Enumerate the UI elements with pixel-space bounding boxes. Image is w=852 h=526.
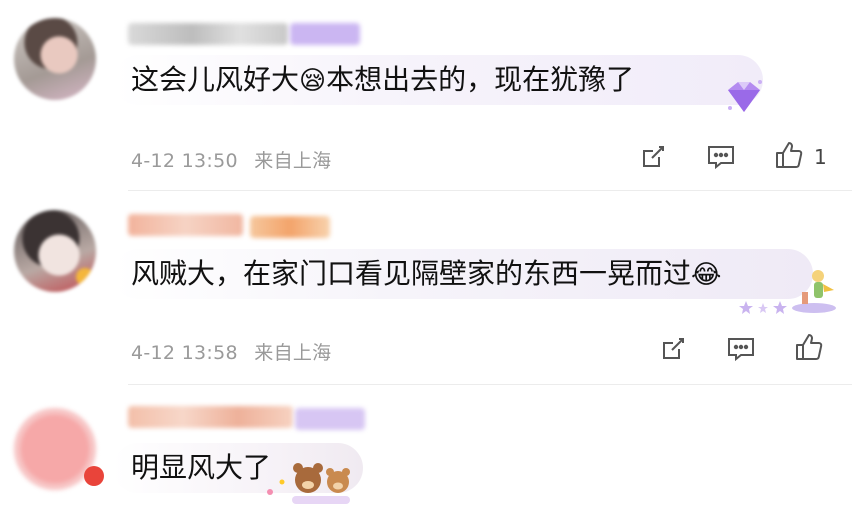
user-badge-blurred <box>295 408 365 430</box>
like-count: 1 <box>814 145 827 169</box>
comment-meta: 4-12 13:58 来自上海 <box>131 338 331 365</box>
comment-text-part: 明显风大了 <box>131 451 272 484</box>
username-blurred[interactable] <box>128 406 293 428</box>
comment-text-part: 这会儿风好大 <box>131 63 300 96</box>
thumbs-up-icon[interactable] <box>772 138 806 172</box>
comment-date: 4-12 13:58 <box>131 342 238 364</box>
comment-icon[interactable] <box>704 140 738 174</box>
comment-location: 来自上海 <box>254 150 332 172</box>
bear-sticker-icon <box>262 452 360 511</box>
avatar[interactable] <box>14 18 96 100</box>
laughing-face-emoji: 😂 <box>691 260 722 290</box>
username-blurred[interactable] <box>128 23 288 45</box>
avatar-badge-icon <box>84 466 104 486</box>
comment-text: 这会儿风好大😪本想出去的，现在犹豫了 <box>131 55 634 106</box>
thumbs-up-icon[interactable] <box>792 330 826 364</box>
comment-icon[interactable] <box>724 332 758 366</box>
comment-date: 4-12 13:50 <box>131 150 238 172</box>
comment-text-part: 本想出去的，现在犹豫了 <box>326 63 635 96</box>
verified-badge-icon <box>76 268 94 286</box>
user-badge-blurred <box>290 23 360 45</box>
share-icon[interactable] <box>636 140 670 174</box>
sleepy-face-emoji: 😪 <box>299 66 327 96</box>
divider <box>128 190 852 191</box>
user-badge-blurred <box>250 216 330 238</box>
comment-item: 这会儿风好大😪本想出去的，现在犹豫了 4-12 13:50 来自上海 1 <box>0 0 852 192</box>
little-prince-sticker-icon <box>790 262 838 319</box>
comment-text: 明显风大了 <box>131 443 271 493</box>
username-blurred[interactable] <box>128 214 243 236</box>
comment-text-part: 风贼大，在家门口看见隔壁家的东西一晃而过 <box>131 257 692 290</box>
gem-badge-icon <box>722 78 766 123</box>
comment-meta: 4-12 13:50 来自上海 <box>131 146 331 173</box>
comment-item: 风贼大，在家门口看见隔壁家的东西一晃而过😂 4-12 13:58 来自上海 <box>0 192 852 386</box>
share-icon[interactable] <box>656 332 690 366</box>
divider <box>128 384 852 385</box>
avatar[interactable] <box>14 210 96 292</box>
comment-location: 来自上海 <box>254 342 332 364</box>
comment-text: 风贼大，在家门口看见隔壁家的东西一晃而过😂 <box>131 249 721 300</box>
comment-item: 明显风大了 <box>0 386 852 526</box>
stars-decoration-icon <box>738 296 788 320</box>
